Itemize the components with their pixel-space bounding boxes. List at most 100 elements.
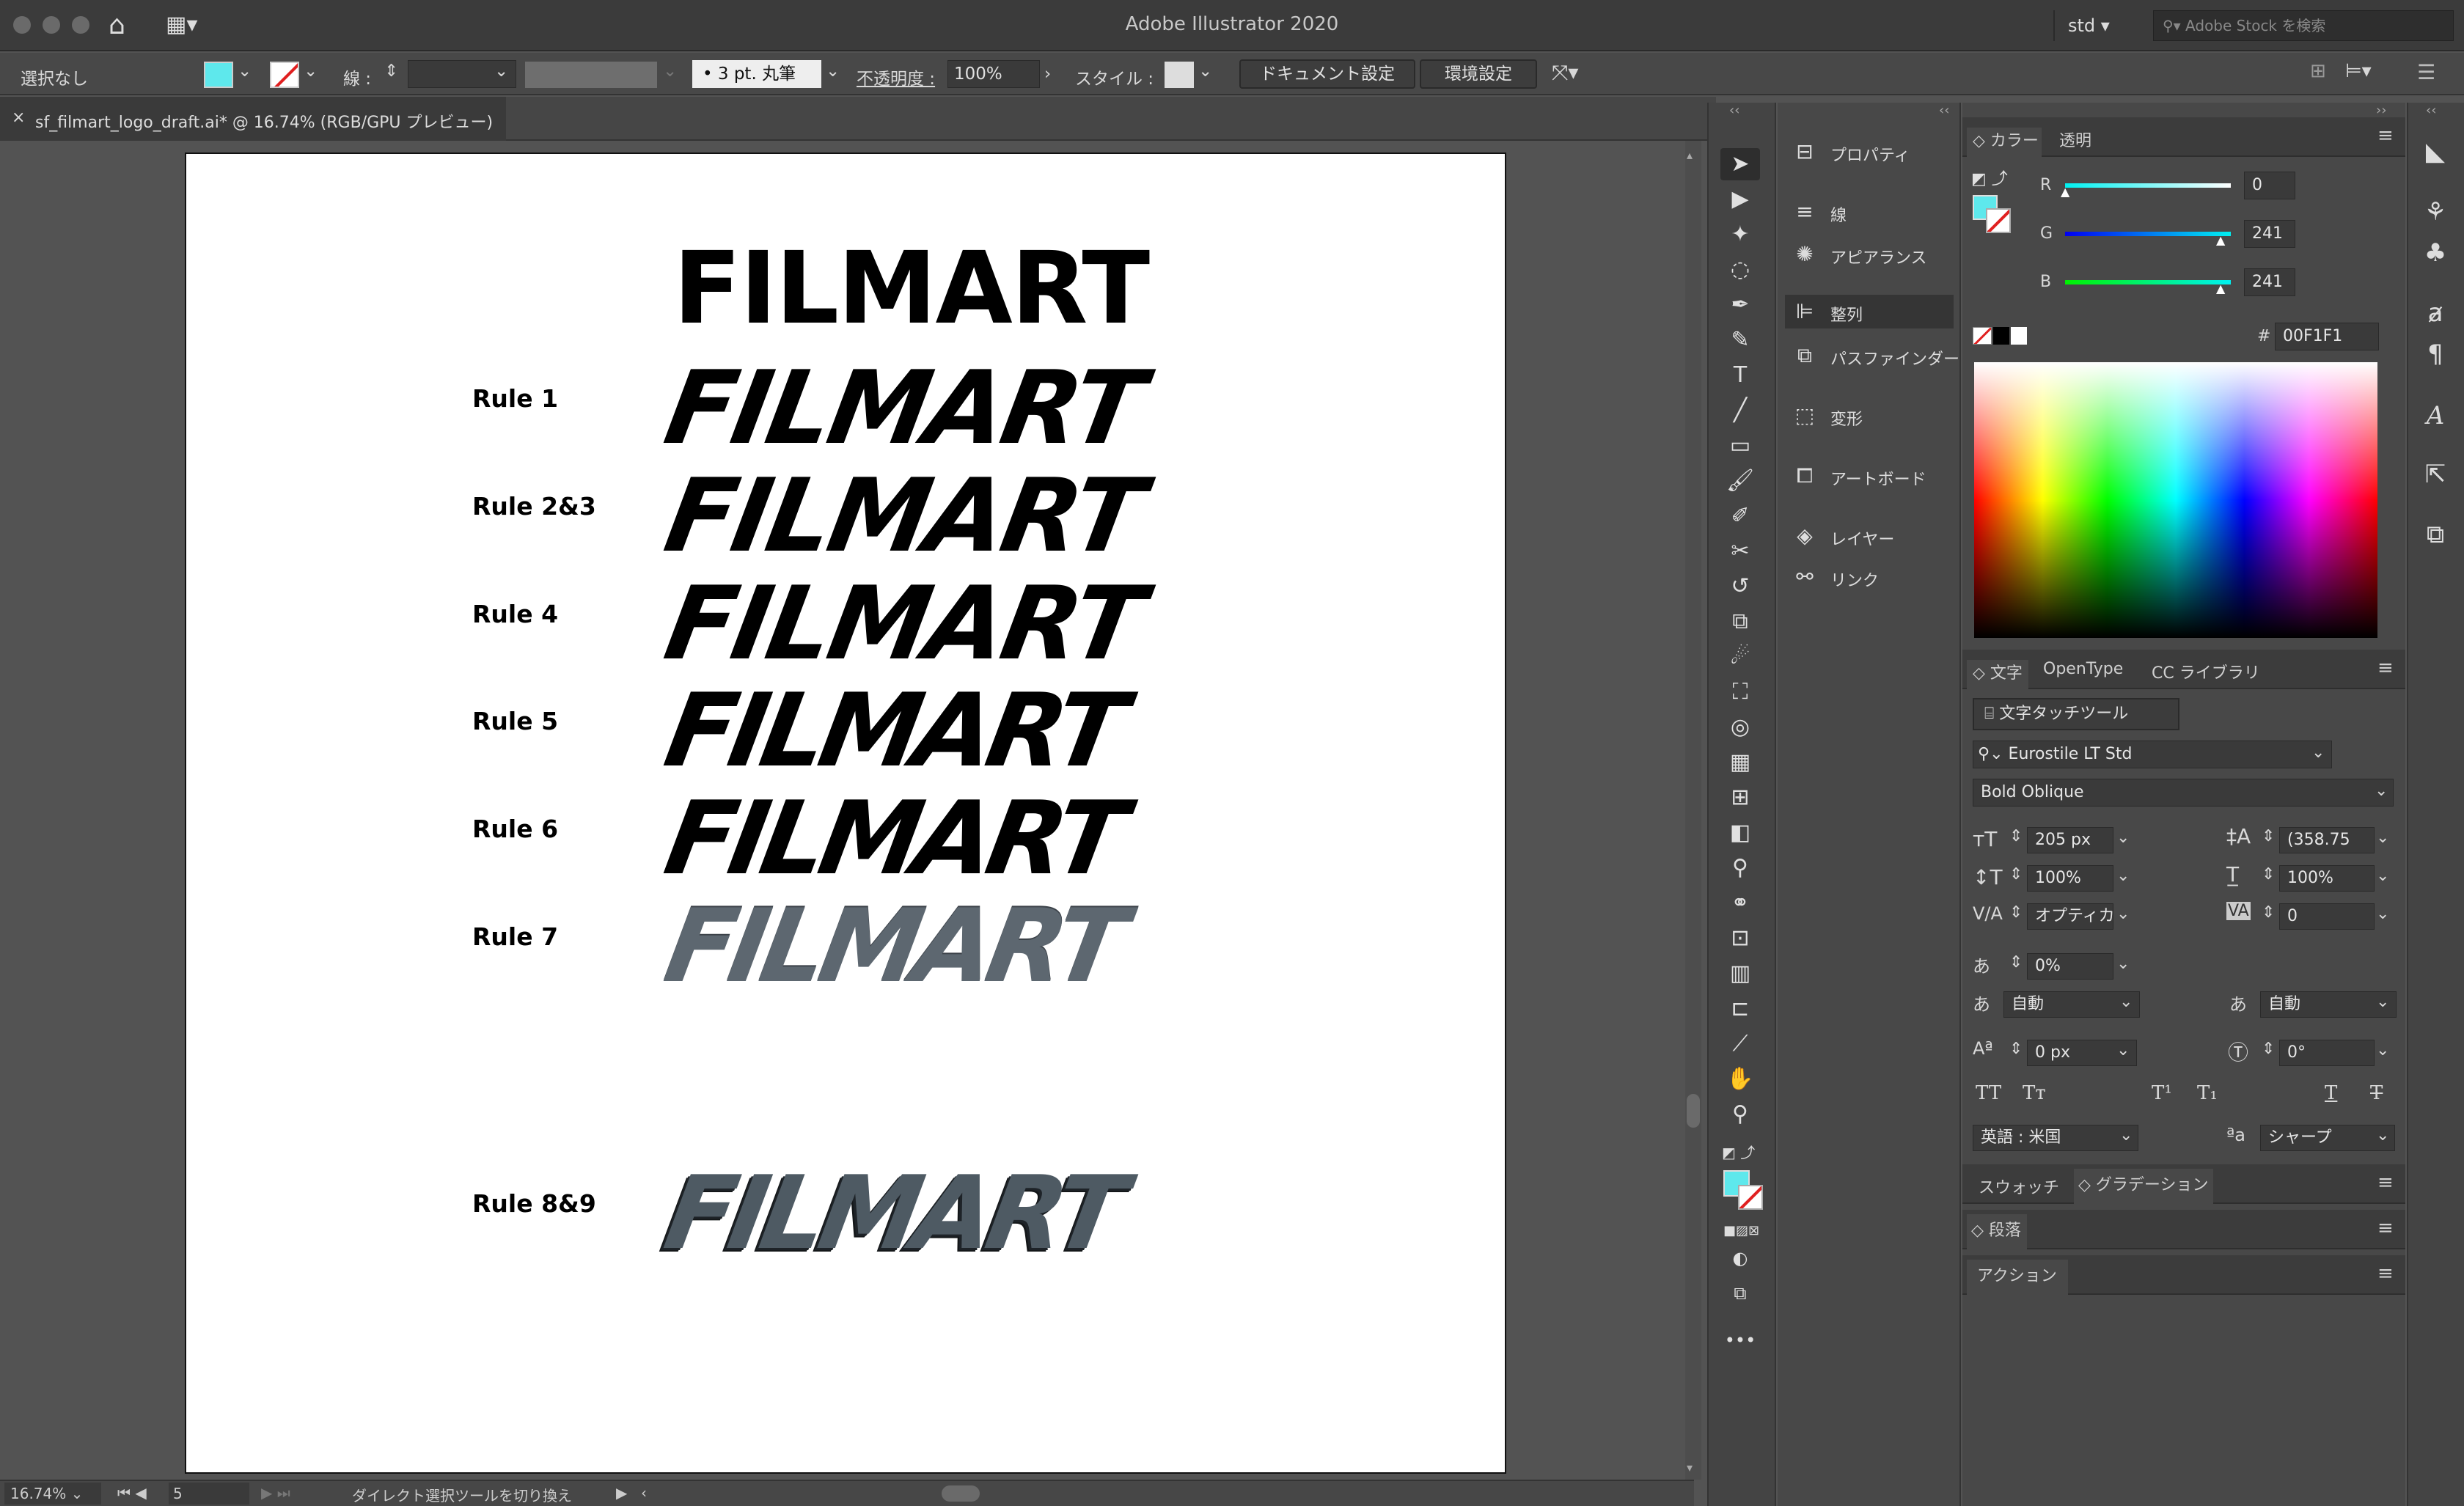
draw-mode-icon[interactable]: ◐ — [1720, 1242, 1760, 1274]
scroll-up-icon[interactable]: ▴ — [1687, 148, 1693, 162]
document-tab[interactable]: × sf_filmart_logo_draft.ai* @ 16.74% (RG… — [0, 97, 506, 141]
panel-artboards[interactable]: ⧠ アートボード — [1778, 456, 1961, 496]
magic-wand-tool-icon[interactable]: ✦ — [1720, 218, 1760, 251]
panel-appearance[interactable]: ✺ アピアランス — [1778, 235, 1961, 274]
zoom-tool-icon[interactable]: ⚲ — [1720, 1098, 1760, 1131]
scroll-left-icon[interactable]: ‹ — [641, 1484, 647, 1502]
all-caps-icon[interactable]: TT — [1976, 1082, 2001, 1104]
scroll-thumb[interactable] — [1687, 1094, 1700, 1128]
chevron-down-icon[interactable]: ⌄ — [2116, 829, 2130, 847]
chevron-right-icon[interactable]: › — [1044, 65, 1051, 84]
logo-rule-7-metal[interactable]: FILMART — [657, 887, 1129, 1005]
hand-tool-icon[interactable]: ✋ — [1720, 1063, 1760, 1095]
stepper-icon[interactable]: ⇕ — [2009, 953, 2023, 971]
pen-tool-icon[interactable]: ✒ — [1720, 289, 1760, 321]
chevron-down-icon[interactable]: ⌄ — [2119, 993, 2133, 1011]
curvature-tool-icon[interactable]: ✎ — [1720, 324, 1760, 356]
lasso-tool-icon[interactable]: ◌ — [1720, 254, 1760, 286]
warp-tool-icon[interactable]: ☄ — [1720, 641, 1760, 673]
color-spectrum[interactable] — [1974, 362, 2377, 638]
b-slider[interactable] — [2065, 280, 2231, 284]
brush-definition[interactable]: • 3 pt. 丸筆 — [692, 60, 821, 88]
b-slider-thumb[interactable]: ▲ — [2216, 282, 2225, 295]
panel-menu-icon[interactable]: ≡ — [2377, 125, 2394, 147]
stock-search-field[interactable]: ⚲▾ Adobe Stock を検索 — [2153, 10, 2454, 41]
collapse-icon[interactable]: ‹‹ — [1729, 103, 1739, 118]
r-slider[interactable] — [2065, 183, 2231, 188]
stepper-icon[interactable]: ⇕ — [2009, 1040, 2023, 1058]
edit-toolbar-icon[interactable]: ••• — [1720, 1324, 1760, 1356]
screen-mode-icon[interactable]: ⧉ — [1720, 1277, 1760, 1310]
vertical-scale-field[interactable]: 100% — [2027, 865, 2113, 892]
symbol-sprayer-tool-icon[interactable]: ⊡ — [1720, 922, 1760, 955]
panel-properties[interactable]: ⊟ プロパティ — [1778, 132, 1961, 172]
stepper-icon[interactable]: ⇕ — [2262, 865, 2275, 884]
panel-pathfinder[interactable]: ⧉ パスファインダー — [1778, 336, 1961, 375]
graphic-style-swatch[interactable] — [1165, 62, 1194, 88]
export-panel-icon[interactable]: ⇱ — [2416, 455, 2455, 494]
chevron-down-icon[interactable]: ⌄ — [2376, 1041, 2389, 1059]
logo-rule-8-9-metal-3d[interactable]: FILMART — [657, 1154, 1129, 1272]
shaper-tool-icon[interactable]: ✐ — [1720, 500, 1760, 532]
stepper-icon[interactable]: ⇕ — [2009, 827, 2023, 845]
panel-stroke[interactable]: ≡ 線 — [1778, 192, 1961, 232]
underline-icon[interactable]: T — [2325, 1082, 2337, 1104]
panel-layers[interactable]: ◈ レイヤー — [1778, 516, 1961, 556]
panel-links[interactable]: ⚯ リンク — [1778, 557, 1961, 597]
touch-type-tool-button[interactable]: ⌸ 文字タッチツール — [1973, 698, 2179, 730]
tab-character[interactable]: ◇ 文字 — [1967, 660, 2028, 689]
scale-tool-icon[interactable]: ⧉ — [1720, 606, 1760, 638]
scroll-down-icon[interactable]: ▾ — [1687, 1461, 1693, 1474]
g-value-field[interactable]: 241 — [2244, 220, 2295, 248]
g-slider[interactable] — [2065, 232, 2231, 236]
rotate-tool-icon[interactable]: ↺ — [1720, 570, 1760, 603]
panel-menu-icon[interactable]: ≡ — [2377, 1172, 2394, 1194]
type-tool-icon[interactable]: T — [1720, 359, 1760, 392]
b-value-field[interactable]: 241 — [2244, 268, 2295, 296]
chevron-down-icon[interactable]: ⌄ — [2116, 955, 2130, 973]
close-tab-icon[interactable]: × — [12, 109, 25, 127]
logo-rule-6[interactable]: FILMART — [657, 779, 1129, 897]
stroke-color-swatch[interactable] — [270, 62, 299, 88]
default-colors-icon[interactable]: ◩ ⤴ — [1722, 1141, 1755, 1162]
asset-export-icon[interactable]: ⧉ — [2416, 515, 2455, 554]
default-fill-stroke-icon[interactable]: ◩ ⤴ — [1971, 166, 2008, 189]
chevron-down-icon[interactable]: ⌄ — [2376, 829, 2389, 847]
logo-rule-5[interactable]: FILMART — [657, 672, 1129, 790]
stepper-icon[interactable]: ⇕ — [2262, 827, 2275, 845]
logo-rule-4[interactable]: FILMART — [657, 565, 1150, 683]
tab-transparency[interactable]: 透明 — [2059, 128, 2091, 151]
column-graph-tool-icon[interactable]: ▥ — [1720, 958, 1760, 990]
leading-field[interactable]: (358.75 — [2279, 827, 2375, 853]
g-slider-thumb[interactable]: ▲ — [2216, 233, 2225, 247]
symbols-panel-icon[interactable]: ♣ — [2416, 233, 2455, 273]
next-artboard-icon[interactable]: ▶ ⏭ — [261, 1484, 290, 1502]
align-icon[interactable]: ⊞ — [2310, 60, 2326, 82]
zoom-field[interactable]: 16.74% ⌄ — [4, 1483, 101, 1505]
tracking-field[interactable]: 0 — [2279, 903, 2375, 930]
strikethrough-icon[interactable]: T — [2370, 1082, 2383, 1104]
font-family-field[interactable]: ⚲⌄ Eurostile LT Std — [1973, 741, 2332, 768]
slice-tool-icon[interactable]: ⟋ — [1720, 1028, 1760, 1060]
free-transform-tool-icon[interactable]: ⛶ — [1720, 676, 1760, 708]
font-size-field[interactable]: 205 px — [2027, 827, 2113, 853]
tab-actions[interactable]: アクション — [1967, 1260, 2068, 1295]
workspace-menu[interactable]: std ▾ — [2053, 10, 2127, 41]
small-caps-icon[interactable]: Tт — [2023, 1082, 2046, 1104]
paragraph-styles-icon[interactable]: ¶ — [2416, 334, 2455, 374]
glyphs-icon[interactable]: A — [2416, 396, 2455, 436]
color-stroke-swatch[interactable] — [1986, 208, 2011, 233]
vertical-scrollbar[interactable]: ▴ ▾ — [1685, 141, 1701, 1480]
first-artboard-icon[interactable]: ⏮ ◀ — [117, 1484, 147, 1502]
language-field[interactable]: 英語 : 米国 — [1973, 1125, 2138, 1151]
gradient-panel-icon[interactable]: ◣ — [2416, 132, 2455, 172]
tab-cc-libraries[interactable]: CC ライブラリ — [2152, 660, 2260, 683]
blend-tool-icon[interactable]: ⚭ — [1720, 887, 1760, 919]
antialias-field[interactable]: シャープ — [2260, 1125, 2395, 1151]
tab-opentype[interactable]: OpenType — [2043, 660, 2123, 678]
horizontal-scale-field[interactable]: 100% — [2279, 865, 2375, 892]
collapse-icon[interactable]: ›› — [2376, 103, 2386, 118]
fill-color-swatch[interactable] — [204, 62, 233, 88]
panel-menu-icon[interactable]: ☰ — [2417, 60, 2435, 84]
opacity-label[interactable]: 不透明度 : — [857, 65, 935, 89]
